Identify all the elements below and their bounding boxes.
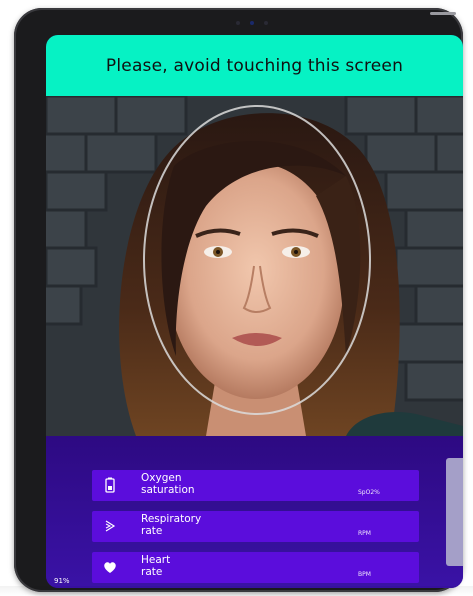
face-guide-oval (143, 105, 371, 415)
sensor-dot (264, 21, 268, 25)
metric-label-line2: saturation (141, 484, 195, 496)
tablet-frame: Please, avoid touching this screen Oxyge… (14, 8, 463, 592)
metric-heart-rate[interactable]: Heart rate BPM (92, 552, 419, 583)
battery-level: 91% (54, 577, 70, 585)
front-camera (222, 20, 282, 26)
metric-label: Respiratory rate (141, 513, 201, 537)
oxygen-icon (105, 477, 115, 493)
metric-oxygen-saturation[interactable]: Oxygen saturation SpO2% (92, 470, 419, 501)
metric-unit: RPM (358, 530, 371, 537)
metric-label: Heart rate (141, 554, 170, 578)
metric-label-line1: Respiratory (141, 513, 202, 525)
metric-unit: BPM (358, 571, 371, 578)
metric-label-line2: rate (141, 525, 163, 537)
metric-respiratory-rate[interactable]: Respiratory rate RPM (92, 511, 419, 542)
camera-feed (46, 96, 463, 436)
metric-label-line1: Heart (141, 554, 171, 566)
heart-icon (104, 562, 116, 573)
metric-label: Oxygen saturation (141, 472, 195, 496)
respiratory-icon (105, 520, 116, 532)
metric-unit: SpO2% (358, 489, 380, 496)
metric-label-line2: rate (141, 566, 163, 578)
metric-label-line1: Oxygen (141, 472, 182, 484)
scroll-handle[interactable] (446, 458, 463, 566)
banner-text: Please, avoid touching this screen (105, 55, 404, 76)
camera-lens (250, 21, 254, 25)
metrics-panel: Oxygen saturation SpO2% Respiratory rate… (46, 436, 463, 588)
warning-banner: Please, avoid touching this screen (46, 35, 463, 96)
sensor-dot (236, 21, 240, 25)
app-screen: Please, avoid touching this screen Oxyge… (46, 35, 463, 588)
power-button (430, 12, 456, 15)
shadow (0, 586, 473, 596)
